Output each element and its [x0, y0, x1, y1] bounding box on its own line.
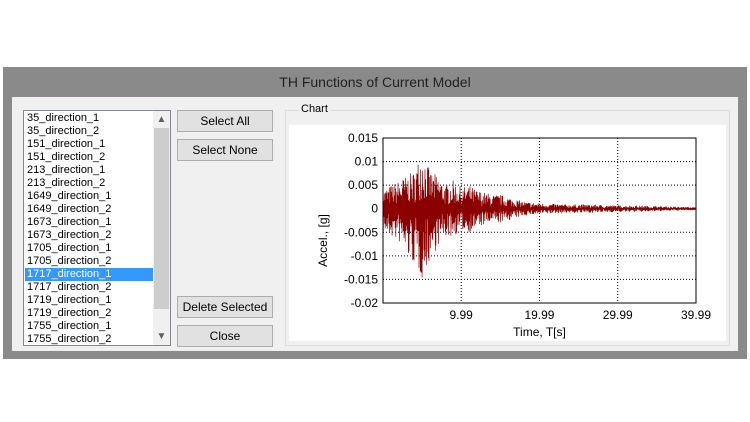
x-tick-label: 9.99: [450, 308, 474, 322]
x-tick-label: 19.99: [524, 308, 554, 322]
window-client: 35_direction_1 35_direction_2 151_directio…: [12, 97, 738, 351]
close-button[interactable]: Close: [177, 325, 273, 347]
list-item[interactable]: 213_direction_2: [25, 177, 153, 190]
list-item[interactable]: 35_direction_1: [25, 112, 153, 125]
list-item[interactable]: 1717_direction_1: [25, 268, 153, 281]
select-none-button[interactable]: Select None: [177, 139, 273, 161]
y-axis-label: Accel., [g]: [316, 214, 330, 267]
x-tick-label: 39.99: [681, 308, 711, 322]
list-item[interactable]: 1649_direction_1: [25, 190, 153, 203]
x-axis-label: Time, T[s]: [513, 325, 566, 339]
list-item[interactable]: 1719_direction_2: [25, 307, 153, 320]
list-item[interactable]: 1705_direction_2: [25, 255, 153, 268]
scroll-thumb[interactable]: [154, 128, 169, 309]
y-tick-label: -0.01: [351, 249, 379, 263]
list-item[interactable]: 1673_direction_2: [25, 229, 153, 242]
delete-selected-button[interactable]: Delete Selected: [177, 296, 273, 318]
list-item[interactable]: 213_direction_1: [25, 164, 153, 177]
list-item[interactable]: 1717_direction_2: [25, 281, 153, 294]
list-scrollbar[interactable]: ▲ ▼: [153, 111, 170, 345]
list-item[interactable]: 151_direction_1: [25, 138, 153, 151]
y-tick-label: 0.005: [348, 178, 378, 192]
y-tick-label: 0.01: [355, 155, 379, 169]
y-tick-label: 0: [371, 202, 378, 216]
th-functions-window: TH Functions of Current Model 35_directi…: [3, 67, 747, 359]
list-item[interactable]: 1719_direction_1: [25, 294, 153, 307]
scroll-down-arrow-icon[interactable]: ▼: [153, 328, 170, 345]
list-item[interactable]: 1649_direction_2: [25, 203, 153, 216]
list-item[interactable]: 1755_direction_2: [25, 333, 153, 345]
select-all-button[interactable]: Select All: [177, 110, 273, 132]
th-function-list: 35_direction_1 35_direction_2 151_directio…: [25, 112, 153, 345]
x-tick-label: 29.99: [603, 308, 633, 322]
list-item[interactable]: 1673_direction_1: [25, 216, 153, 229]
time-history-chart: 0.015 0.01 0.005 0 -0.005 -0.01 -0.015 -0.02 9.…: [289, 125, 726, 341]
th-function-listbox[interactable]: 35_direction_1 35_direction_2 151_directio…: [23, 110, 171, 346]
chart-group-label: Chart: [299, 103, 330, 115]
y-tick-label: -0.02: [351, 296, 379, 310]
list-item[interactable]: 35_direction_2: [25, 125, 153, 138]
list-item[interactable]: 151_direction_2: [25, 151, 153, 164]
list-item[interactable]: 1705_direction_1: [25, 242, 153, 255]
y-tick-label: -0.005: [344, 225, 378, 239]
y-tick-label: -0.015: [344, 272, 378, 286]
window-title: TH Functions of Current Model: [279, 74, 471, 90]
y-tick-label: 0.015: [348, 131, 378, 145]
scroll-up-arrow-icon[interactable]: ▲: [153, 111, 170, 128]
list-item[interactable]: 1755_direction_1: [25, 320, 153, 333]
